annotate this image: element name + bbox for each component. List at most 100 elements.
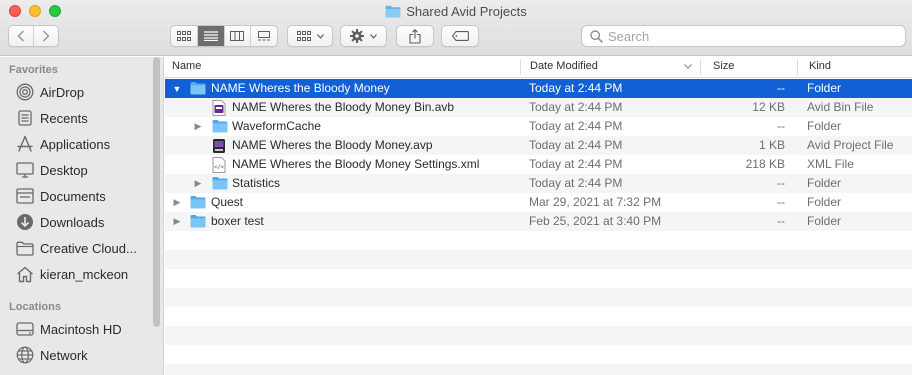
sidebar-item-desktop[interactable]: Desktop — [16, 159, 88, 181]
sidebar: Favorites AirDrop Recents Applications D… — [0, 57, 164, 375]
empty-row — [165, 231, 912, 250]
favorites-heading: Favorites — [9, 64, 58, 76]
sidebar-item-documents[interactable]: Documents — [16, 185, 106, 207]
disclosure-closed-icon[interactable]: ▶ — [192, 174, 204, 193]
action-menu-button[interactable] — [340, 25, 387, 47]
file-row[interactable]: ▼ NAME Wheres the Bloody Money Today at 2:… — [165, 79, 912, 98]
avid-project-icon — [212, 138, 228, 153]
file-list: ▼ NAME Wheres the Bloody Money Today at 2:… — [165, 79, 912, 375]
sidebar-item-applications[interactable]: Applications — [16, 133, 110, 155]
column-separator[interactable] — [797, 59, 798, 75]
tag-button[interactable] — [441, 25, 479, 47]
share-button[interactable] — [396, 25, 434, 47]
file-kind: Folder — [807, 195, 842, 209]
documents-icon — [16, 187, 34, 205]
file-size: 218 KB — [745, 157, 785, 171]
empty-row — [165, 345, 912, 364]
list-view-icon — [203, 31, 218, 41]
gallery-view-button[interactable] — [251, 26, 277, 46]
file-size: 1 KB — [758, 138, 785, 152]
folder-icon — [16, 239, 34, 257]
folder-icon — [212, 176, 228, 191]
list-view-button[interactable] — [197, 26, 225, 46]
empty-row — [165, 326, 912, 345]
column-separator[interactable] — [700, 59, 701, 75]
recents-icon — [16, 109, 34, 127]
sidebar-item-label: Macintosh HD — [40, 321, 122, 337]
group-button[interactable] — [287, 25, 333, 47]
sidebar-item-label: AirDrop — [40, 84, 85, 100]
sidebar-item-creative-cloud[interactable]: Creative Cloud... — [16, 237, 137, 259]
file-size: -- — [777, 119, 785, 133]
file-kind: XML File — [807, 157, 854, 171]
hard-drive-icon — [16, 320, 34, 338]
file-name: Quest — [211, 195, 244, 209]
file-name: NAME Wheres the Bloody Money.avp — [232, 138, 433, 152]
file-date-modified: Today at 2:44 PM — [529, 100, 623, 114]
file-name: WaveformCache — [232, 119, 321, 133]
tag-icon — [451, 31, 469, 41]
column-kind[interactable]: Kind — [802, 57, 902, 77]
sidebar-item-label: kieran_mckeon — [40, 266, 129, 282]
file-row[interactable]: NAME Wheres the Bloody Money.avp Today at… — [165, 136, 912, 155]
applications-icon — [16, 135, 34, 153]
sidebar-item-airdrop[interactable]: AirDrop — [16, 81, 84, 103]
disclosure-closed-icon[interactable]: ▶ — [192, 117, 204, 136]
file-name: NAME Wheres the Bloody Money — [211, 81, 390, 95]
sidebar-item-recents[interactable]: Recents — [16, 107, 88, 129]
disclosure-closed-icon[interactable]: ▶ — [171, 193, 183, 212]
file-name: boxer test — [211, 214, 264, 228]
network-icon — [16, 346, 34, 364]
file-row[interactable]: ▶ WaveformCache Today at 2:44 PM -- Folder — [165, 117, 912, 136]
toolbar: Shared Avid Projects — [0, 0, 912, 56]
column-view-button[interactable] — [225, 26, 252, 46]
chevron-right-icon — [42, 30, 50, 42]
column-view-icon — [230, 31, 245, 41]
file-row[interactable]: ▶ Statistics Today at 2:44 PM -- Folder — [165, 174, 912, 193]
gear-icon — [350, 29, 364, 43]
search-field[interactable] — [581, 25, 906, 47]
sidebar-scrollbar[interactable] — [153, 57, 160, 327]
sidebar-item-label: Creative Cloud... — [40, 240, 137, 256]
folder-icon — [190, 214, 206, 229]
file-name: NAME Wheres the Bloody Money Settings.xm… — [232, 157, 480, 171]
file-row[interactable]: ▶ boxer test Feb 25, 2021 at 3:40 PM -- Fold… — [165, 212, 912, 231]
icon-view-icon — [176, 31, 191, 41]
search-input[interactable] — [608, 28, 888, 44]
file-size: -- — [777, 176, 785, 190]
empty-row — [165, 307, 912, 326]
sort-descending-icon — [684, 64, 692, 69]
sidebar-item-home[interactable]: kieran_mckeon — [16, 263, 128, 285]
home-icon — [16, 265, 34, 283]
disclosure-open-icon[interactable]: ▼ — [171, 79, 183, 98]
chevron-down-icon — [370, 33, 377, 39]
forward-button[interactable] — [34, 26, 58, 46]
chevron-left-icon — [17, 30, 25, 42]
disclosure-closed-icon[interactable]: ▶ — [171, 212, 183, 231]
column-date-label: Date Modified — [530, 60, 598, 72]
column-date-modified[interactable]: Date Modified — [523, 57, 699, 77]
sidebar-item-label: Desktop — [40, 162, 88, 178]
file-size: -- — [777, 195, 785, 209]
back-button[interactable] — [9, 26, 34, 46]
file-name: Statistics — [232, 176, 281, 190]
file-row[interactable]: </> NAME Wheres the Bloody Money Settings… — [165, 155, 912, 174]
gallery-view-icon — [258, 31, 271, 41]
sidebar-item-network[interactable]: Network — [16, 344, 88, 366]
column-size[interactable]: Size — [706, 57, 796, 77]
sidebar-item-macintosh-hd[interactable]: Macintosh HD — [16, 318, 122, 340]
folder-icon — [190, 195, 206, 210]
file-size: 12 KB — [752, 100, 785, 114]
file-date-modified: Mar 29, 2021 at 7:32 PM — [529, 195, 662, 209]
icon-view-button[interactable] — [171, 26, 198, 46]
column-separator[interactable] — [520, 59, 521, 75]
file-row[interactable]: NAME Wheres the Bloody Money Bin.avb Toda… — [165, 98, 912, 117]
folder-icon — [190, 81, 206, 96]
avid-bin-icon — [212, 100, 228, 116]
window-title: Shared Avid Projects — [0, 3, 912, 21]
column-name[interactable]: Name — [165, 57, 520, 77]
file-row[interactable]: ▶ Quest Mar 29, 2021 at 7:32 PM -- Folder — [165, 193, 912, 212]
file-date-modified: Today at 2:44 PM — [529, 119, 623, 133]
file-date-modified: Today at 2:44 PM — [529, 157, 623, 171]
sidebar-item-downloads[interactable]: Downloads — [16, 211, 104, 233]
